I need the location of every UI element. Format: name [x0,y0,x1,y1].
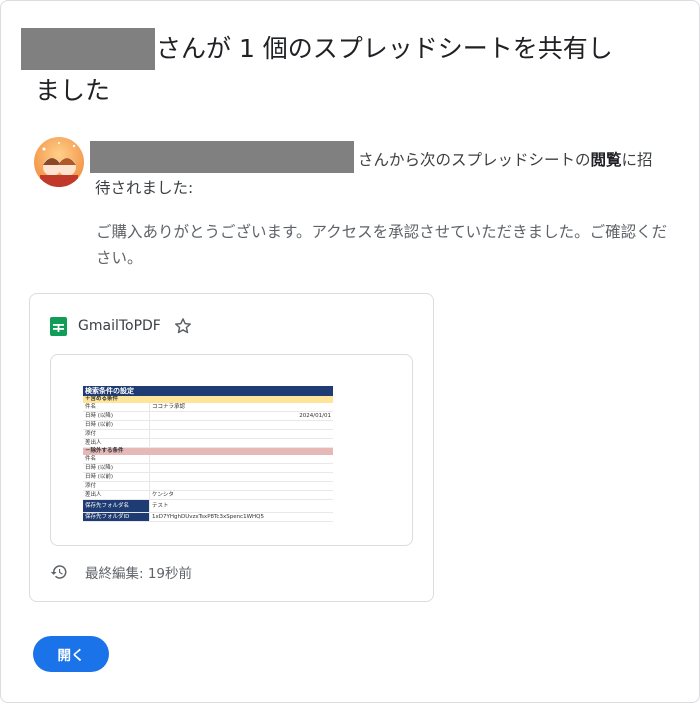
sheet-cell-value [150,473,333,481]
sheet-row-folder: 保存先フォルダ名 テスト [83,500,333,513]
sheet-cell-key: 日時 (以前) [83,421,150,429]
sheet-cell-value [150,482,333,490]
sheet-cell-text: ケンシタ [152,492,174,498]
sheet-cell-value: 2024/01/01 [150,412,333,420]
file-card-header: GmailToPDF [50,315,193,337]
sheet-cell-key: 差出人 [83,439,150,447]
sheet-row: 件名 [83,455,333,464]
invite-text: さんから次のスプレッドシートの閲覧に招 待されました: [90,141,675,202]
sheet-preview: 検索条件の設定 ＋含める条件 件名 ココナラ承認 日時 (以降) 2024/01/01… [83,386,333,522]
redacted-owner-name [90,141,354,173]
sheet-cell-key: 日時 (以前) [83,473,150,481]
spreadsheet-thumbnail[interactable]: 検索条件の設定 ＋含める条件 件名 ココナラ承認 日時 (以降) 2024/01/01… [50,354,413,546]
sheet-cell-key: 日時 (以降) [83,412,150,420]
sheet-section-exclude: －除外する条件 [83,448,333,455]
sheet-cell-value [150,455,333,463]
sheet-row-folder-id: 保存先フォルダID 1xD7YHghDUvzxTsxP8Tc3xSpenc1WH… [83,513,333,522]
sheet-section-include: ＋含める条件 [83,396,333,403]
sheet-cell-extra: 2024/01/01 [299,413,331,419]
sheet-cell-text: ココナラ承認 [152,404,186,410]
sheet-row: 日時 (以前) [83,473,333,482]
open-button[interactable]: 開く [33,636,109,672]
sheet-cell-value [150,421,333,429]
sheet-cell-key: 件名 [83,455,150,463]
sheet-row: 日時 (以降) 2024/01/01 [83,412,333,421]
star-icon[interactable] [173,316,193,336]
sheet-cell-key: 件名 [83,403,150,411]
sheet-row: 日時 (以前) [83,421,333,430]
email-heading: さんが 1 個のスプレッドシートを共有し ました [21,27,671,112]
email-frame: さんが 1 個のスプレッドシートを共有し ました さんから次のスプレッドシートの… [0,0,700,703]
file-card[interactable]: GmailToPDF 検索条件の設定 ＋含める条件 件名 ココナラ承認 日時 (以降… [29,293,434,602]
avatar [34,137,84,187]
sheet-cell-key: 差出人 [83,491,150,499]
last-edited: 最終編集: 19秒前 [50,562,192,582]
sheet-cell-key: 日時 (以降) [83,464,150,472]
google-sheets-icon [50,316,67,336]
sheet-row: 添付 [83,430,333,439]
file-name[interactable]: GmailToPDF [78,318,161,334]
personal-message: ご購入ありがとうございます。アクセスを承認させていただきました。ご確認ください。 [96,223,668,267]
sheet-row: 件名 ココナラ承認 [83,403,333,412]
sheet-cell-key: 添付 [83,430,150,438]
sheet-row: 差出人 [83,439,333,448]
sheet-title: 検索条件の設定 [83,386,333,396]
sheet-cell-value [150,464,333,472]
sheet-row: 差出人 ケンシタ [83,491,333,500]
history-icon [50,565,67,579]
sheet-cell-value [150,439,333,447]
sheet-cell-value: ココナラ承認 [150,403,333,411]
sheet-cell-value [150,430,333,438]
sheet-row: 日時 (以降) [83,464,333,473]
sheet-cell-key: 添付 [83,482,150,490]
sheet-row: 添付 [83,482,333,491]
sheet-cell-value: ケンシタ [150,491,333,499]
avatar-illustration-icon [34,137,84,187]
redacted-sender-name [21,28,155,70]
